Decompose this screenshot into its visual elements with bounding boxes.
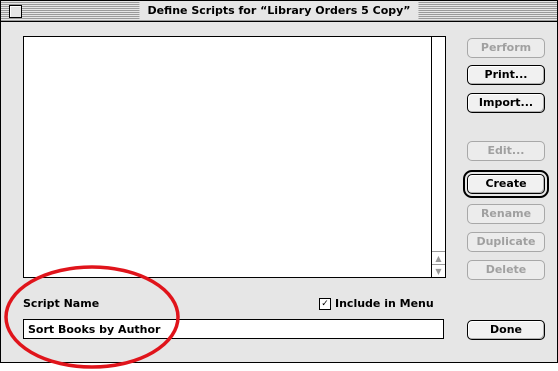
scrollbar[interactable]: ▲ ▼ (431, 37, 445, 277)
perform-button[interactable]: Perform (467, 38, 545, 58)
include-in-menu-label: Include in Menu (335, 297, 434, 310)
include-in-menu-checkbox[interactable]: ✓ Include in Menu (319, 297, 434, 311)
duplicate-button[interactable]: Duplicate (467, 232, 545, 252)
rename-button[interactable]: Rename (467, 204, 545, 224)
print-button[interactable]: Print... (467, 65, 545, 85)
create-button[interactable]: Create (463, 170, 549, 198)
define-scripts-dialog: Define Scripts for “Library Orders 5 Cop… (0, 0, 558, 363)
scroll-down-arrow-icon[interactable]: ▼ (432, 264, 445, 277)
close-box[interactable] (9, 5, 22, 18)
delete-button[interactable]: Delete (467, 260, 545, 280)
checkmark-icon[interactable]: ✓ (319, 298, 331, 310)
script-list[interactable]: ▲ ▼ (23, 36, 446, 278)
script-name-field[interactable]: Sort Books by Author (23, 319, 444, 339)
scroll-up-arrow-icon[interactable]: ▲ (432, 251, 445, 264)
edit-button[interactable]: Edit... (467, 141, 545, 161)
import-button[interactable]: Import... (467, 93, 545, 113)
window-title: Define Scripts for “Library Orders 5 Cop… (139, 2, 419, 20)
title-bar[interactable]: Define Scripts for “Library Orders 5 Cop… (1, 1, 557, 22)
done-button[interactable]: Done (467, 320, 545, 340)
script-name-label: Script Name (23, 297, 100, 310)
